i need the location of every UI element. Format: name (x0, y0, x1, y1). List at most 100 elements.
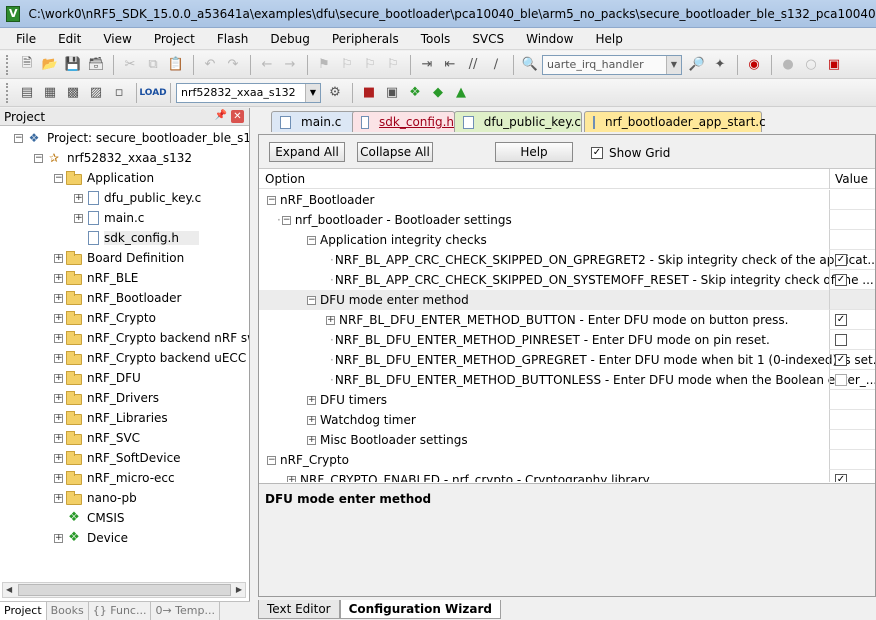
build-icon[interactable]: ▦ (39, 82, 61, 104)
next-bookmark-icon[interactable]: ⚐ (359, 54, 381, 76)
stop-build-icon[interactable]: ▫ (108, 82, 130, 104)
manage-run-time-environment-icon[interactable]: ❖ (404, 82, 426, 104)
option-row[interactable]: + DFU timers (259, 390, 875, 410)
pack-installer-icon[interactable]: ▲ (450, 82, 472, 104)
menu-peripherals[interactable]: Peripherals (321, 32, 410, 46)
help-button[interactable]: Help (495, 142, 573, 162)
tab-templates[interactable]: 0→ Temp... (151, 602, 220, 620)
value-checkbox-checked[interactable]: ✓ (835, 354, 847, 366)
indent-icon[interactable]: ⇥ (416, 54, 438, 76)
scrollbar-thumb[interactable] (18, 584, 231, 596)
tab-sdk-config-h[interactable]: sdk_config.h (352, 111, 455, 132)
menu-project[interactable]: Project (143, 32, 206, 46)
collapse-icon[interactable]: − (14, 133, 23, 143)
tree-item-group[interactable]: + nRF_SoftDevice (0, 448, 249, 468)
option-row[interactable]: + NRF_BL_DFU_ENTER_METHOD_BUTTON - Enter … (259, 310, 875, 330)
menu-svcs[interactable]: SVCS (461, 32, 515, 46)
tab-project[interactable]: Project (0, 602, 47, 620)
kill-breakpoints-icon[interactable]: ▣ (823, 54, 845, 76)
menu-flash[interactable]: Flash (206, 32, 259, 46)
new-file-icon[interactable]: 🗎 (16, 54, 38, 76)
bookmark-icon[interactable]: ⚑ (313, 54, 335, 76)
collapse-icon[interactable]: − (307, 235, 316, 245)
save-all-icon[interactable]: 🗃 (85, 54, 107, 76)
undo-icon[interactable]: ↶ (199, 54, 221, 76)
option-row[interactable]: + Misc Bootloader settings (259, 430, 875, 450)
tree-item-component[interactable]: ❖ CMSIS (0, 508, 249, 528)
expand-icon[interactable]: + (54, 353, 63, 363)
expand-icon[interactable]: + (307, 435, 316, 445)
tree-item-file[interactable]: + dfu_public_key.c (0, 188, 249, 208)
expand-icon[interactable]: + (74, 193, 83, 203)
tab-configuration-wizard[interactable]: Configuration Wizard (339, 600, 501, 619)
tree-item-group[interactable]: + nano-pb (0, 488, 249, 508)
tab-dfu-public-key-c[interactable]: dfu_public_key.c (454, 111, 582, 132)
target-options-icon[interactable]: ⚙ (324, 82, 346, 104)
expand-icon[interactable]: + (54, 433, 63, 443)
collapse-icon[interactable]: − (267, 195, 276, 205)
incremental-find-icon[interactable]: ✦ (709, 54, 731, 76)
tree-item-group[interactable]: + nRF_Bootloader (0, 288, 249, 308)
menu-debug[interactable]: Debug (259, 32, 320, 46)
value-checkbox-checked[interactable]: ✓ (835, 474, 847, 482)
expand-icon[interactable]: + (54, 393, 63, 403)
collapse-icon[interactable]: − (281, 215, 291, 225)
rebuild-icon[interactable]: ▩ (62, 82, 84, 104)
option-row[interactable]: · NRF_BL_APP_CRC_CHECK_SKIPPED_ON_SYSTEMO… (259, 270, 875, 290)
horizontal-scrollbar[interactable]: ◀ ▶ (2, 582, 246, 598)
tree-item-group[interactable]: + nRF_SVC (0, 428, 249, 448)
option-row[interactable]: · NRF_BL_DFU_ENTER_METHOD_PINRESET - Ente… (259, 330, 875, 350)
value-checkbox-unchecked[interactable] (835, 334, 847, 346)
option-row[interactable]: + NRF_CRYPTO_ENABLED - nrf_crypto - Crypt… (259, 470, 875, 482)
value-checkbox-checked[interactable]: ✓ (835, 254, 847, 266)
tree-item-file[interactable]: + main.c (0, 208, 249, 228)
expand-icon[interactable]: + (74, 213, 83, 223)
pin-icon[interactable]: 📌 (215, 110, 227, 121)
find-combo[interactable]: uarte_irq_handler ▼ (542, 54, 682, 75)
show-grid-checkbox[interactable]: ✓ Show Grid (591, 146, 670, 160)
file-extensions-icon[interactable]: ▣ (381, 82, 403, 104)
expand-icon[interactable]: + (326, 315, 335, 325)
unindent-icon[interactable]: ⇤ (439, 54, 461, 76)
column-divider[interactable] (829, 169, 830, 189)
scroll-right-icon[interactable]: ▶ (236, 583, 242, 597)
chevron-down-icon[interactable]: ▼ (666, 55, 681, 74)
expand-icon[interactable]: + (54, 333, 63, 343)
value-checkbox-unchecked[interactable] (835, 374, 847, 386)
expand-all-button[interactable]: Expand All (269, 142, 345, 162)
chevron-down-icon[interactable]: ▼ (305, 83, 320, 102)
option-row[interactable]: − nRF_Crypto (259, 450, 875, 470)
manage-project-items-icon[interactable]: ■ (358, 82, 380, 104)
tree-item-group-application[interactable]: − Application (0, 168, 249, 188)
tree-item-target[interactable]: − ✰ nrf52832_xxaa_s132 (0, 148, 249, 168)
tree-item-group[interactable]: + nRF_BLE (0, 268, 249, 288)
collapse-icon[interactable]: − (267, 455, 276, 465)
tree-item-group[interactable]: + nRF_Crypto backend uECC (0, 348, 249, 368)
expand-icon[interactable]: + (54, 413, 63, 423)
tree-item-file-selected[interactable]: sdk_config.h (0, 228, 249, 248)
paste-icon[interactable]: 📋 (165, 54, 187, 76)
menu-edit[interactable]: Edit (47, 32, 92, 46)
menu-help[interactable]: Help (584, 32, 633, 46)
tree-item-group[interactable]: + nRF_Crypto (0, 308, 249, 328)
target-select[interactable]: nrf52832_xxaa_s132 ▼ (176, 82, 321, 103)
tree-item-group[interactable]: + Board Definition (0, 248, 249, 268)
batch-build-icon[interactable]: ▨ (85, 82, 107, 104)
breakpoint-icon[interactable]: ● (777, 54, 799, 76)
option-row[interactable]: · − nrf_bootloader - Bootloader settings (259, 210, 875, 230)
nav-forward-icon[interactable]: → (279, 54, 301, 76)
value-checkbox-checked[interactable]: ✓ (835, 314, 847, 326)
value-checkbox-checked[interactable]: ✓ (835, 274, 847, 286)
tab-text-editor[interactable]: Text Editor (258, 600, 340, 619)
find-in-files-icon[interactable]: 🔍 (519, 54, 541, 76)
tab-nrf-bootloader-app-start-c[interactable]: nrf_bootloader_app_start.c (584, 111, 766, 132)
tree-item-group[interactable]: + nRF_Libraries (0, 408, 249, 428)
option-row[interactable]: − nRF_Bootloader (259, 190, 875, 210)
toolbar-grip[interactable] (6, 54, 10, 75)
download-icon[interactable]: LOAD (139, 82, 166, 104)
expand-icon[interactable]: + (54, 453, 63, 463)
select-software-packs-icon[interactable]: ◆ (427, 82, 449, 104)
nav-back-icon[interactable]: ← (256, 54, 278, 76)
tree-item-project-root[interactable]: − ❖ Project: secure_bootloader_ble_s132_… (0, 128, 249, 148)
expand-icon[interactable]: + (54, 273, 63, 283)
